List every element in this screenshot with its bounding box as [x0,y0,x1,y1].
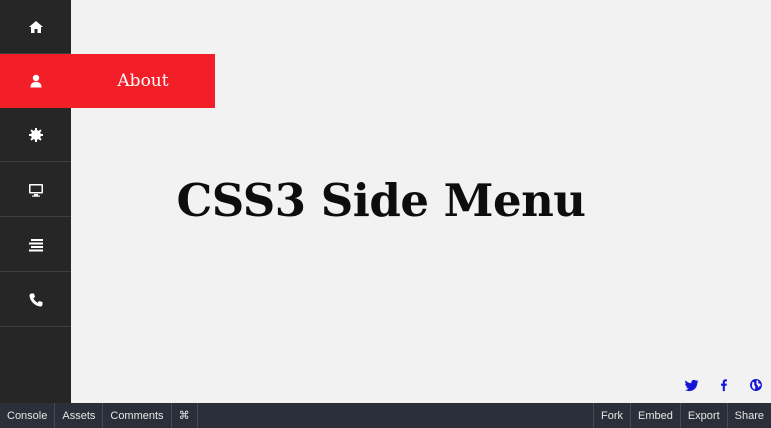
shortcuts-button[interactable]: ⌘ [172,403,198,428]
phone-icon [29,293,42,306]
list-icon [28,238,43,251]
console-button[interactable]: Console [0,403,56,428]
nav-item-about-label: About [117,71,169,91]
gear-icon [28,127,43,142]
footer-left-group: Console Assets Comments ⌘ [0,403,198,428]
page-title: CSS3 Side Menu [176,174,586,227]
nav-item-blog[interactable] [0,218,71,272]
footer-right-group: Fork Embed Export Share [592,403,771,428]
side-menu: About [0,0,215,403]
nav-item-contact[interactable] [0,273,71,327]
facebook-icon[interactable] [717,378,731,392]
share-button[interactable]: Share [726,403,771,428]
assets-button[interactable]: Assets [55,403,104,428]
nav-item-settings[interactable] [0,108,71,162]
home-icon [28,20,43,33]
nav-item-home[interactable] [0,0,71,54]
nav-item-about[interactable]: About [0,54,215,108]
twitter-icon[interactable] [685,378,699,392]
social-links [685,376,763,394]
embed-button[interactable]: Embed [629,403,680,428]
editor-footer-bar: Console Assets Comments ⌘ Fork Embed Exp… [0,403,771,428]
comments-button[interactable]: Comments [103,403,172,428]
user-icon [30,74,41,88]
nav-item-portfolio[interactable] [0,163,71,217]
monitor-icon [28,183,43,197]
export-button[interactable]: Export [679,403,727,428]
globe-icon[interactable] [749,378,763,392]
fork-button[interactable]: Fork [592,403,630,428]
